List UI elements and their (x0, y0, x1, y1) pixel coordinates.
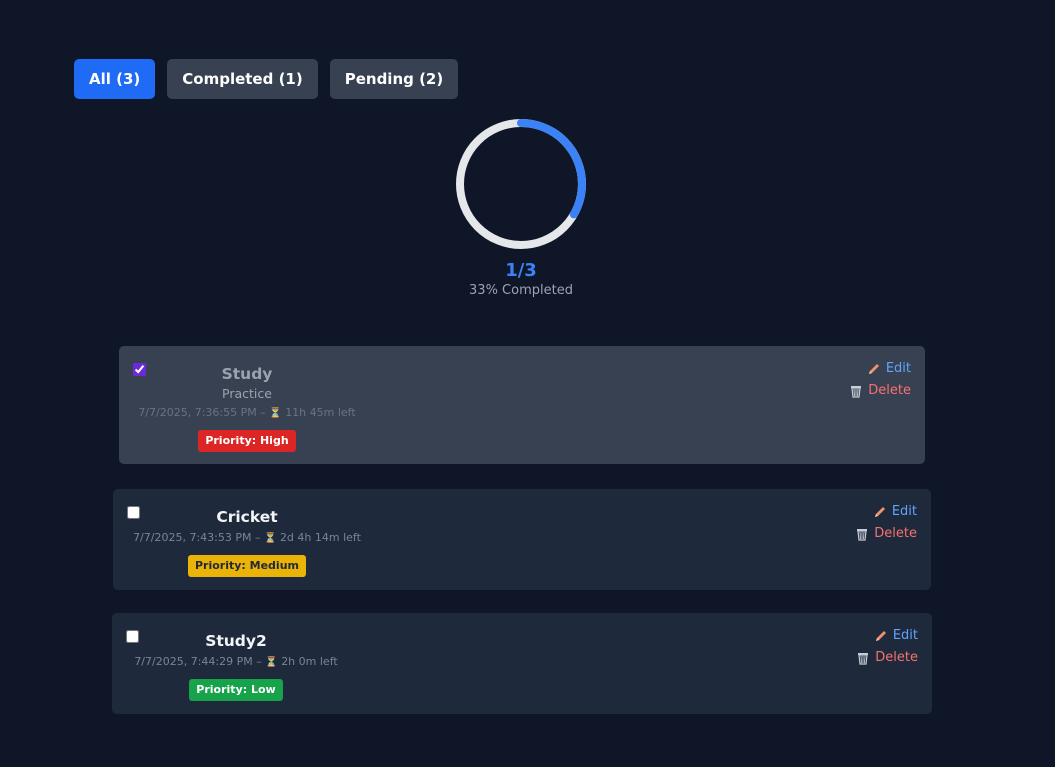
delete-label: Delete (868, 383, 911, 398)
task-body: Cricket 7/7/2025, 7:43:53 PM – ⏳ 2d 4h 1… (127, 506, 367, 577)
hourglass-icon: ⏳ (263, 533, 277, 544)
edit-label: Edit (891, 504, 917, 519)
task-remaining: 11h 45m left (285, 406, 356, 419)
task-meta: 7/7/2025, 7:43:53 PM – ⏳ 2d 4h 14m left (127, 529, 367, 548)
hourglass-icon: ⏳ (265, 657, 278, 668)
edit-button[interactable]: Edit (867, 360, 911, 378)
task-datetime: 7/7/2025, 7:43:53 PM – (133, 531, 261, 544)
delete-label: Delete (874, 526, 917, 541)
task-card: Cricket 7/7/2025, 7:43:53 PM – ⏳ 2d 4h 1… (113, 489, 931, 590)
task-actions: Edit Delete (856, 627, 918, 667)
edit-button[interactable]: Edit (874, 627, 918, 645)
progress-fraction: 1/3 (505, 260, 537, 281)
task-body: Study Practice 7/7/2025, 7:36:55 PM – ⏳ … (127, 363, 367, 452)
trash-icon (849, 384, 863, 398)
progress-ring (456, 119, 586, 249)
progress-percent-label: 33% Completed (469, 283, 573, 298)
task-subtitle: Practice (222, 386, 272, 401)
task-card: Study2 7/7/2025, 7:44:29 PM – ⏳ 2h 0m le… (112, 613, 932, 714)
edit-button[interactable]: Edit (873, 503, 917, 521)
progress-summary: 1/3 33% Completed (440, 116, 602, 298)
filter-tabs: All (3) Completed (1) Pending (2) (74, 59, 459, 99)
task-datetime: 7/7/2025, 7:36:55 PM – (138, 406, 266, 419)
pencil-icon (867, 362, 881, 376)
task-meta: 7/7/2025, 7:36:55 PM – ⏳ 11h 45m left (127, 404, 367, 423)
task-actions: Edit Delete (849, 360, 911, 400)
filter-all-button[interactable]: All (3) (74, 59, 156, 99)
edit-label: Edit (885, 361, 911, 376)
priority-badge: Priority: Medium (187, 555, 306, 577)
priority-badge: Priority: Low (189, 679, 283, 701)
trash-icon (856, 651, 870, 665)
task-title: Study (221, 365, 273, 383)
task-meta: 7/7/2025, 7:44:29 PM – ⏳ 2h 0m left (116, 653, 356, 672)
delete-label: Delete (875, 650, 918, 665)
delete-button[interactable]: Delete (849, 382, 911, 400)
task-actions: Edit Delete (855, 503, 917, 543)
pencil-icon (874, 629, 888, 643)
task-title: Study2 (205, 632, 267, 650)
task-remaining: 2h 0m left (281, 655, 338, 668)
pencil-icon (873, 505, 887, 519)
filter-completed-button[interactable]: Completed (1) (167, 59, 318, 99)
delete-button[interactable]: Delete (856, 649, 918, 667)
hourglass-icon: ⏳ (269, 408, 282, 419)
filter-pending-button[interactable]: Pending (2) (329, 59, 459, 99)
trash-icon (855, 527, 869, 541)
task-body: Study2 7/7/2025, 7:44:29 PM – ⏳ 2h 0m le… (116, 630, 356, 701)
task-title: Cricket (216, 508, 278, 526)
priority-badge: Priority: High (198, 430, 296, 452)
delete-button[interactable]: Delete (855, 525, 917, 543)
task-remaining: 2d 4h 14m left (279, 531, 361, 544)
task-datetime: 7/7/2025, 7:44:29 PM – (134, 655, 262, 668)
edit-label: Edit (892, 628, 918, 643)
task-card: Study Practice 7/7/2025, 7:36:55 PM – ⏳ … (119, 346, 925, 464)
